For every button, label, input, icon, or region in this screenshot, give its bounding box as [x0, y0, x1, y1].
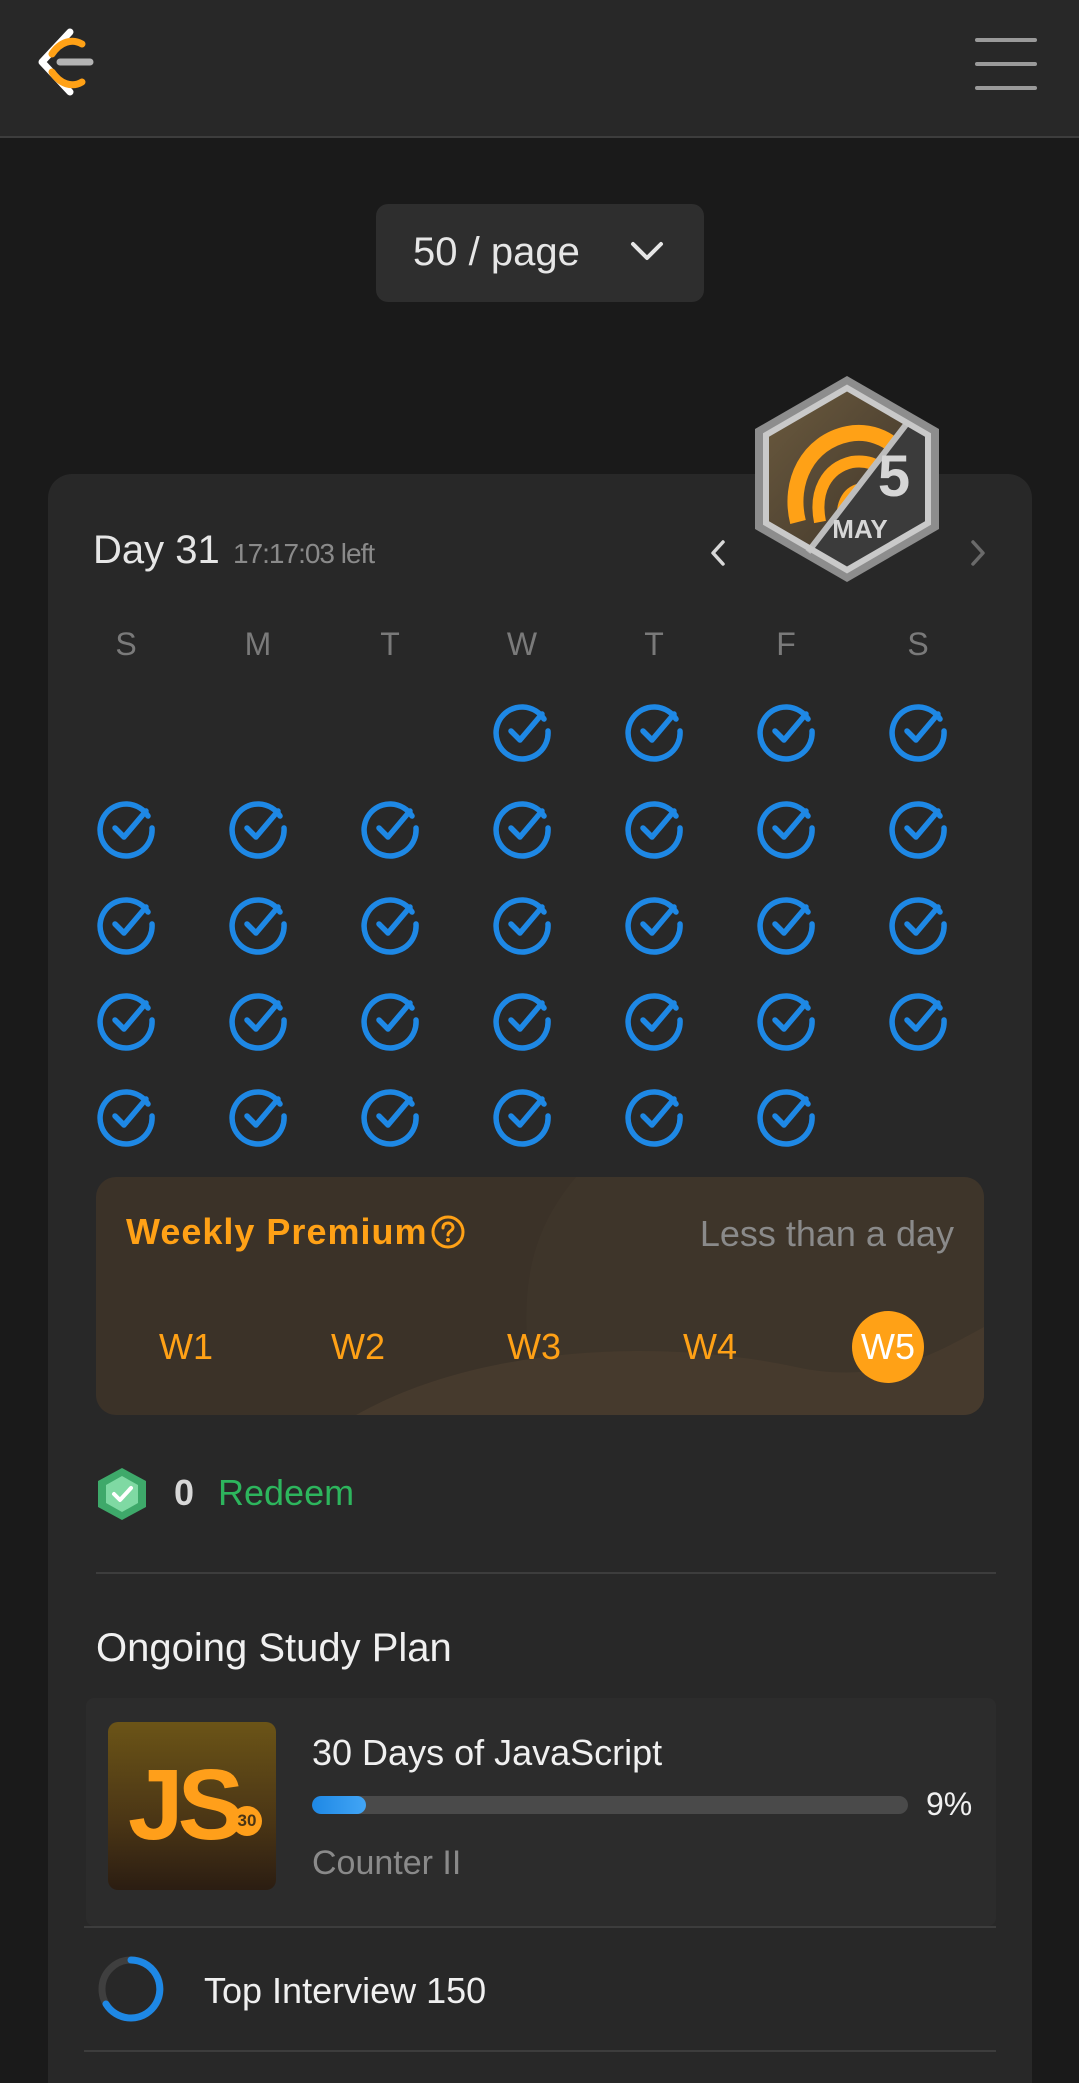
calendar-day-completed-check-icon[interactable] — [886, 699, 950, 763]
week-1-reward[interactable]: W1 — [150, 1311, 222, 1383]
week-3-reward[interactable]: W3 — [498, 1311, 570, 1383]
study-plan-progress-percent: 9% — [926, 1786, 973, 1822]
week-2-reward[interactable]: W2 — [322, 1311, 394, 1383]
weekday-header: W — [506, 626, 538, 662]
leetcode-logo-icon[interactable] — [30, 26, 96, 98]
thumbnail-js-text: JS — [128, 1749, 244, 1861]
top-navigation-bar — [0, 0, 1079, 138]
study-plan-progress-bar — [312, 1796, 908, 1814]
coin-count: 0 — [174, 1472, 195, 1513]
calendar-day-completed-check-icon[interactable] — [754, 988, 818, 1052]
weekly-premium-panel: Weekly Premium Less than a day W1 W2 W3 … — [96, 1177, 984, 1415]
study-plan-top-interview[interactable]: Top Interview 150 — [204, 1970, 486, 2012]
calendar-day-completed-check-icon[interactable] — [94, 892, 158, 956]
calendar-day-completed-check-icon[interactable] — [622, 699, 686, 763]
thumbnail-days-badge: 30 — [232, 1806, 262, 1836]
calendar-day-completed-check-icon[interactable] — [226, 892, 290, 956]
leetcoin-hexagon-icon — [98, 1468, 146, 1520]
calendar-day-completed-check-icon[interactable] — [754, 892, 818, 956]
calendar-day-completed-check-icon[interactable] — [754, 1084, 818, 1148]
list-divider — [84, 1926, 996, 1928]
weekday-header: T — [644, 626, 664, 662]
study-plan-current-problem: Counter II — [312, 1844, 462, 1882]
calendar-day-completed-check-icon[interactable] — [94, 796, 158, 860]
weekday-header: S — [115, 626, 137, 662]
calendar-day-completed-check-icon[interactable] — [622, 796, 686, 860]
calendar-day-completed-check-icon[interactable] — [358, 1084, 422, 1148]
redeem-link[interactable]: Redeem — [218, 1472, 354, 1514]
calendar-day-completed-check-icon[interactable] — [226, 988, 290, 1052]
calendar-day-completed-check-icon[interactable] — [886, 892, 950, 956]
progress-ring-icon — [98, 1956, 164, 2022]
premium-time-remaining: Less than a day — [699, 1213, 954, 1254]
calendar-day-completed-check-icon[interactable] — [226, 796, 290, 860]
calendar-day-completed-check-icon[interactable] — [490, 892, 554, 956]
weekday-header: T — [380, 626, 400, 662]
previous-month-arrow-icon[interactable] — [708, 538, 728, 568]
progress-bar-fill — [312, 1796, 366, 1814]
calendar-day-completed-check-icon[interactable] — [490, 988, 554, 1052]
calendar-day-completed-check-icon[interactable] — [358, 892, 422, 956]
weekday-header: M — [244, 626, 272, 662]
week-5-reward[interactable]: W5 — [852, 1311, 924, 1383]
calendar-day-completed-check-icon[interactable] — [490, 796, 554, 860]
calendar-day-completed-check-icon[interactable] — [490, 699, 554, 763]
next-month-arrow-icon[interactable] — [968, 538, 988, 568]
page-size-value: 50 / page — [413, 230, 580, 274]
calendar-day-completed-check-icon[interactable] — [754, 796, 818, 860]
calendar-day-completed-check-icon[interactable] — [754, 699, 818, 763]
page-size-select[interactable]: 50 / page — [376, 204, 704, 302]
chevron-down-icon — [631, 242, 663, 260]
weekday-header: F — [776, 626, 796, 662]
badge-month-label: MAY — [832, 514, 887, 544]
calendar-day-title: Day 31 — [93, 528, 220, 572]
section-divider — [96, 1572, 996, 1574]
week-4-reward[interactable]: W4 — [674, 1311, 746, 1383]
calendar-day-completed-check-icon[interactable] — [94, 1084, 158, 1148]
calendar-day-completed-check-icon[interactable] — [94, 988, 158, 1052]
list-divider — [84, 2050, 996, 2052]
calendar-day-completed-check-icon[interactable] — [358, 988, 422, 1052]
calendar-day-completed-check-icon[interactable] — [226, 1084, 290, 1148]
hamburger-menu-button[interactable] — [975, 38, 1037, 90]
study-plan-thumbnail: JS 30 — [108, 1722, 276, 1890]
badge-day-number: 5 — [878, 444, 910, 509]
calendar-day-completed-check-icon[interactable] — [490, 1084, 554, 1148]
help-circle-icon[interactable] — [430, 1214, 466, 1250]
weekly-premium-title: Weekly Premium — [126, 1211, 428, 1252]
calendar-day-completed-check-icon[interactable] — [358, 796, 422, 860]
calendar-day-completed-check-icon[interactable] — [886, 988, 950, 1052]
study-plan-name: 30 Days of JavaScript — [312, 1732, 663, 1773]
calendar-day-completed-check-icon[interactable] — [886, 796, 950, 860]
calendar-day-completed-check-icon[interactable] — [622, 1084, 686, 1148]
study-plan-card[interactable]: JS 30 30 Days of JavaScript 9% Counter I… — [86, 1698, 996, 1926]
study-plan-section-title: Ongoing Study Plan — [96, 1626, 452, 1670]
calendar-day-completed-check-icon[interactable] — [622, 988, 686, 1052]
calendar-day-completed-check-icon[interactable] — [622, 892, 686, 956]
monthly-badge-icon[interactable]: 5 MAY — [748, 372, 946, 586]
weekday-header: S — [907, 626, 929, 662]
time-left-label: 17:17:03 left — [233, 538, 375, 569]
